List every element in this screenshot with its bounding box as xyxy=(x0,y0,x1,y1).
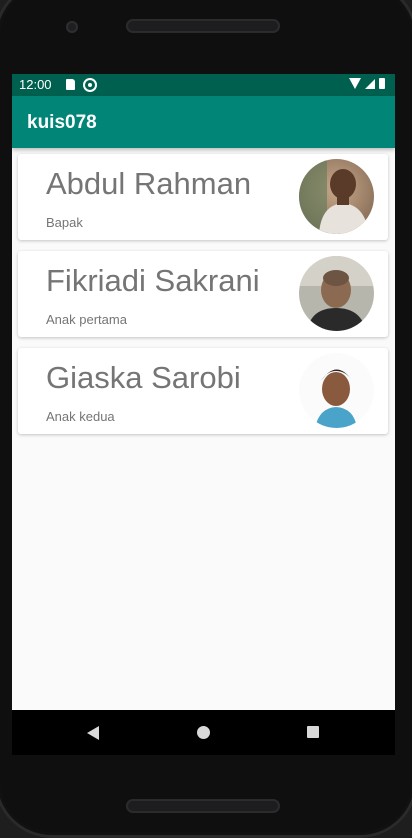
contact-name: Abdul Rahman xyxy=(46,166,252,201)
top-speaker xyxy=(126,19,280,33)
recents-icon[interactable] xyxy=(307,726,319,738)
navigation-bar xyxy=(12,710,395,755)
app-bar: kuis078 xyxy=(12,96,395,148)
sd-card-icon xyxy=(66,79,75,90)
phone-frame: 12:00 kuis078 Abdul Rahman Bapak Fikriad… xyxy=(0,0,412,838)
sync-icon xyxy=(83,78,97,92)
photo-avatar-icon xyxy=(299,159,374,234)
contact-card-giaska-sarobi[interactable]: Giaska Sarobi Anak kedua xyxy=(18,348,388,434)
status-time: 12:00 xyxy=(19,77,52,92)
contact-name: Giaska Sarobi xyxy=(46,360,241,395)
status-bar: 12:00 xyxy=(12,74,395,96)
contact-role: Bapak xyxy=(46,215,83,230)
front-camera xyxy=(66,21,78,33)
contact-name: Fikriadi Sakrani xyxy=(46,263,260,298)
photo-avatar-icon xyxy=(299,353,374,428)
contact-card-fikriadi-sakrani[interactable]: Fikriadi Sakrani Anak pertama xyxy=(18,251,388,337)
app-title: kuis078 xyxy=(27,112,97,133)
wifi-icon xyxy=(349,78,361,89)
avatar-photo-giaska xyxy=(299,353,374,428)
back-icon[interactable] xyxy=(87,726,99,740)
contact-role: Anak pertama xyxy=(46,312,127,327)
signal-icon xyxy=(365,78,375,89)
photo-avatar-icon xyxy=(299,256,374,331)
avatar-photo-fikriadi xyxy=(299,256,374,331)
home-icon[interactable] xyxy=(197,726,210,739)
avatar-photo-abdul xyxy=(299,159,374,234)
battery-icon xyxy=(379,78,385,89)
status-right-icons xyxy=(349,78,385,89)
bottom-speaker xyxy=(126,799,280,813)
contact-role: Anak kedua xyxy=(46,409,115,424)
contact-card-abdul-rahman[interactable]: Abdul Rahman Bapak xyxy=(18,154,388,240)
device-screen: 12:00 kuis078 Abdul Rahman Bapak Fikriad… xyxy=(12,74,395,755)
